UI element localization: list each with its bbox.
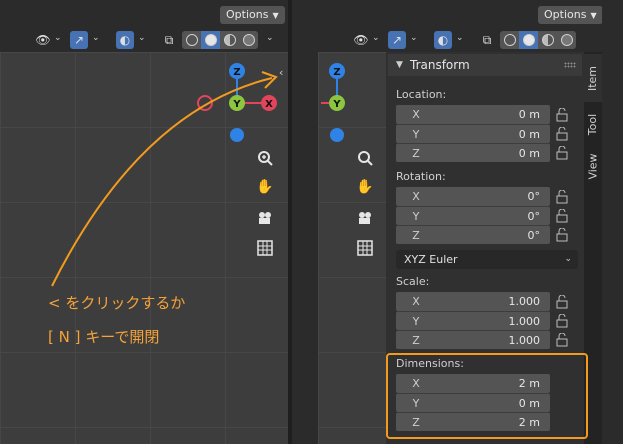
chevron-down-icon: ▼ xyxy=(590,11,597,20)
axis-label: Z xyxy=(412,334,420,347)
wireframe-shading-icon[interactable] xyxy=(500,31,519,49)
annotation-line-2: [ N ] キーで開閉 xyxy=(48,328,160,346)
gizmo-z-label: Z xyxy=(333,67,340,78)
camera-icon[interactable] xyxy=(353,206,377,230)
lock-icon[interactable] xyxy=(556,333,568,347)
transform-title: Transform xyxy=(410,58,470,72)
tab-view-label: View xyxy=(586,152,600,180)
scale-label: Scale: xyxy=(396,275,430,288)
lock-icon[interactable] xyxy=(556,228,568,242)
field-value: 1.000 xyxy=(508,315,541,328)
lock-icon[interactable] xyxy=(556,295,568,309)
axis-label: X xyxy=(412,190,420,203)
overlays-icon[interactable]: ◐ xyxy=(434,31,452,49)
scale-y-field[interactable]: Y 1.000 xyxy=(396,311,550,330)
lock-icon[interactable] xyxy=(556,190,568,204)
axis-label: Z xyxy=(412,229,420,242)
navigation-gizmo[interactable]: Z Y xyxy=(318,58,388,148)
field-value: 0° xyxy=(527,210,541,223)
field-value: 0 m xyxy=(518,108,540,121)
annotation-arrow xyxy=(51,71,278,287)
options-label: Options xyxy=(544,8,587,21)
rotation-x-field[interactable]: X 0° xyxy=(396,187,550,206)
transform-panel-header[interactable]: ▼ Transform xyxy=(388,54,582,76)
tab-view[interactable]: View xyxy=(584,146,602,186)
location-x-field[interactable]: X 0 m xyxy=(396,105,550,124)
pan-hand-icon[interactable]: ✋ xyxy=(353,175,377,199)
collapse-triangle-icon: ▼ xyxy=(396,60,403,70)
axis-label: X xyxy=(412,108,420,121)
tab-item[interactable]: Item xyxy=(584,54,602,102)
axis-label: Y xyxy=(412,128,420,141)
location-z-field[interactable]: Z 0 m xyxy=(396,143,550,162)
field-value: 0 m xyxy=(518,128,540,141)
field-value: 0° xyxy=(527,229,541,242)
chevron-down-icon[interactable]: ⌄ xyxy=(410,33,418,43)
lock-icon[interactable] xyxy=(556,209,568,223)
lock-icon[interactable] xyxy=(556,314,568,328)
adjacent-area-strip xyxy=(292,0,318,444)
scale-x-field[interactable]: X 1.000 xyxy=(396,292,550,311)
drag-grip-icon[interactable] xyxy=(564,62,576,68)
axis-label: X xyxy=(412,295,420,308)
axis-label: Z xyxy=(412,147,420,160)
rendered-shading-icon[interactable] xyxy=(557,31,576,49)
viewport-left[interactable]: Options ▼ 👁 ⌄ ↗ ⌄ ◐ ⌄ ⧉ ⌄ Z X Y ✋ ‹ < をク… xyxy=(0,0,288,444)
tab-tool[interactable]: Tool xyxy=(584,104,602,144)
chevron-down-icon[interactable]: ⌄ xyxy=(372,33,380,43)
options-button[interactable]: Options ▼ xyxy=(538,6,603,24)
gizmo-toggle-icon[interactable]: ↗ xyxy=(388,31,406,49)
zoom-icon[interactable] xyxy=(353,146,377,170)
grid-view-icon[interactable] xyxy=(353,236,377,260)
scale-z-field[interactable]: Z 1.000 xyxy=(396,330,550,349)
tab-tool-label: Tool xyxy=(586,113,600,135)
axis-label: Y xyxy=(412,315,420,328)
rotation-mode-dropdown[interactable]: XYZ Euler ⌄ xyxy=(396,250,578,269)
field-value: 1.000 xyxy=(508,295,541,308)
field-value: 0 m xyxy=(518,147,540,160)
annotation-line-1: < をクリックするか xyxy=(48,294,186,312)
visibility-icon[interactable]: 👁 xyxy=(352,31,370,49)
axis-label: Y xyxy=(412,210,420,223)
rotation-y-field[interactable]: Y 0° xyxy=(396,206,550,225)
lock-icon[interactable] xyxy=(556,108,568,122)
xray-icon[interactable]: ⧉ xyxy=(478,31,496,49)
chevron-down-icon[interactable]: ⌄ xyxy=(456,33,464,43)
tab-item-label: Item xyxy=(586,65,600,91)
chevron-down-icon: ⌄ xyxy=(564,254,572,264)
lock-icon[interactable] xyxy=(556,146,568,160)
gizmo-neg-z[interactable] xyxy=(330,128,344,142)
lock-icon[interactable] xyxy=(556,127,568,141)
material-shading-icon[interactable] xyxy=(538,31,557,49)
rotation-label: Rotation: xyxy=(396,170,446,183)
rotation-mode-value: XYZ Euler xyxy=(404,253,458,266)
field-value: 1.000 xyxy=(508,334,541,347)
location-y-field[interactable]: Y 0 m xyxy=(396,124,550,143)
rotation-z-field[interactable]: Z 0° xyxy=(396,225,550,244)
location-label: Location: xyxy=(396,88,447,101)
shading-mode-group xyxy=(500,31,576,49)
solid-shading-icon[interactable] xyxy=(519,31,538,49)
adjacent-area-strip xyxy=(602,0,623,444)
gizmo-y-label: Y xyxy=(332,99,341,110)
dimensions-highlight-box xyxy=(386,353,588,439)
field-value: 0° xyxy=(527,190,541,203)
